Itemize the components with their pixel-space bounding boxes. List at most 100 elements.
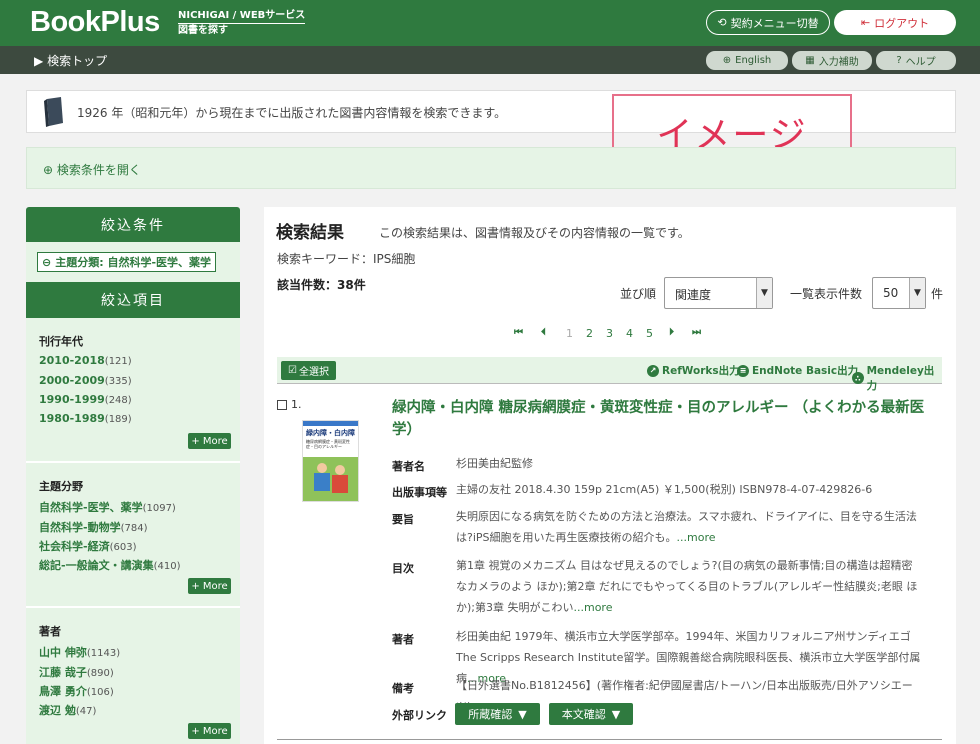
facet-author: 著者 山中 伸弥(1143) 江藤 哉子(890) 鳥澤 勇介(106) 渡辺 … bbox=[26, 608, 240, 744]
logout-button[interactable]: ⇤ ログアウト bbox=[834, 10, 956, 35]
facet-item-count: (335) bbox=[104, 376, 132, 387]
export-icon: ↗ bbox=[647, 364, 659, 377]
facet-item-label: 自然科学-医学、薬学 bbox=[39, 501, 143, 514]
field-label: 目次 bbox=[392, 562, 414, 575]
author-name: 杉田美由紀監修 bbox=[456, 457, 533, 470]
export-endnote-link[interactable]: ≡ EndNote Basic出力 bbox=[737, 363, 858, 378]
page-link[interactable]: 5 bbox=[646, 327, 653, 340]
cover-illustration bbox=[303, 457, 358, 501]
checkbox-icon: ☑ bbox=[288, 365, 297, 376]
book-cover-image[interactable]: 緑内障・白内障 糖尿病網膜症・黄斑変性症・目のアレルギー bbox=[302, 420, 359, 502]
facet-item[interactable]: 2000-2009(335) bbox=[39, 374, 132, 387]
more-button[interactable]: + More bbox=[188, 433, 231, 449]
more-button[interactable]: + More bbox=[188, 723, 231, 739]
sort-value: 関連度 bbox=[675, 288, 712, 302]
per-page-unit: 件 bbox=[931, 287, 944, 301]
filter-items-heading: 絞込項目 bbox=[26, 282, 240, 318]
field-value: 第1章 視覚のメカニズム 目はなぜ見えるのでしょう?(目の病気の最新事情;目の構… bbox=[456, 555, 922, 618]
open-conditions-link[interactable]: ⊕ 検索条件を開く bbox=[43, 161, 141, 178]
switch-icon: ⟲ bbox=[717, 16, 727, 29]
result-checkbox[interactable] bbox=[277, 400, 287, 410]
contract-menu-button[interactable]: ⟲ 契約メニュー切替 bbox=[706, 10, 830, 35]
per-page-label: 一覧表示件数 bbox=[790, 287, 863, 301]
contract-menu-label: 契約メニュー切替 bbox=[730, 16, 819, 30]
prev-page-icon[interactable]: ⏴ bbox=[541, 327, 546, 338]
page-link[interactable]: 2 bbox=[586, 327, 593, 340]
plus-circle-icon: ⊕ bbox=[43, 163, 54, 177]
field-label: 出版事項等 bbox=[392, 486, 447, 499]
sort-select[interactable]: 関連度 ▼ bbox=[664, 277, 773, 309]
field-label: 要旨 bbox=[392, 513, 414, 526]
facet-item[interactable]: 鳥澤 勇介(106) bbox=[39, 683, 114, 699]
holdings-check-label: 所蔵確認 bbox=[468, 708, 513, 721]
facet-subject-field: 主題分野 自然科学-医学、薬学(1097) 自然科学-動物学(784) 社会科学… bbox=[26, 463, 240, 608]
facet-item-label: 渡辺 勉 bbox=[39, 704, 76, 717]
export-refworks-label: RefWorks出力 bbox=[662, 365, 740, 377]
cover-subtitle: 糖尿病網膜症・黄斑変性症・目のアレルギー bbox=[306, 439, 350, 449]
fulltext-check-label: 本文確認 bbox=[561, 708, 606, 721]
facet-title: 主題分野 bbox=[39, 480, 83, 493]
more-button[interactable]: + More bbox=[188, 578, 231, 594]
facet-item-count: (189) bbox=[104, 414, 132, 425]
field-value: 杉田美由紀監修 bbox=[456, 453, 922, 474]
select-all-button[interactable]: ☑ 全選択 bbox=[281, 361, 336, 380]
page-link[interactable]: 1 bbox=[566, 327, 573, 340]
facet-item[interactable]: 山中 伸弥(1143) bbox=[39, 644, 120, 660]
triangle-right-icon: ▶ bbox=[34, 54, 44, 68]
per-page-select[interactable]: 50 ▼ bbox=[872, 277, 926, 309]
caret-down-icon: ▼ bbox=[611, 707, 621, 721]
active-filters: ⊖ 主題分類: 自然科学-医学、薬学 bbox=[26, 242, 240, 282]
export-icon: ≡ bbox=[737, 364, 749, 377]
facet-item[interactable]: 総記-一般論文・講演集(410) bbox=[39, 557, 180, 573]
facet-item[interactable]: 2010-2018(121) bbox=[39, 354, 132, 367]
results-toolbar: ☑ 全選択 ↗ RefWorks出力 ≡ EndNote Basic出力 ∴ M… bbox=[277, 357, 942, 392]
fulltext-check-button[interactable]: 本文確認 ▼ bbox=[549, 703, 633, 725]
holdings-check-button[interactable]: 所蔵確認 ▼ bbox=[455, 703, 540, 725]
book-icon bbox=[44, 97, 63, 127]
export-mendeley-link[interactable]: ∴ Mendeley出力 bbox=[852, 363, 942, 393]
english-button[interactable]: ⊕ English bbox=[706, 51, 788, 70]
facet-item-label: 江藤 哉子 bbox=[39, 666, 87, 679]
cover-figure-head bbox=[317, 463, 327, 473]
facet-item[interactable]: 渡辺 勉(47) bbox=[39, 702, 96, 718]
facet-item[interactable]: 自然科学-動物学(784) bbox=[39, 519, 147, 535]
facet-item[interactable]: 1990-1999(248) bbox=[39, 393, 132, 406]
logo[interactable]: BookPlus bbox=[30, 6, 160, 39]
facet-item[interactable]: 自然科学-医学、薬学(1097) bbox=[39, 499, 176, 515]
first-page-icon[interactable]: ⏮ bbox=[514, 327, 523, 338]
select-all-label: 全選択 bbox=[298, 367, 329, 378]
cover-top-band bbox=[303, 421, 358, 426]
search-conditions-panel: ⊕ 検索条件を開く bbox=[26, 147, 956, 189]
per-page-value: 50 bbox=[883, 286, 899, 300]
caret-down-icon: ▼ bbox=[518, 707, 527, 721]
last-page-icon[interactable]: ⏭ bbox=[692, 327, 701, 338]
more-link[interactable]: ...more bbox=[677, 531, 716, 544]
more-link[interactable]: ...more bbox=[574, 601, 613, 614]
facet-item-label: 自然科学-動物学 bbox=[39, 521, 121, 534]
search-keyword: 検索キーワード：IPS細胞 bbox=[277, 252, 416, 266]
minus-circle-icon[interactable]: ⊖ bbox=[42, 256, 51, 269]
facet-item-label: 鳥澤 勇介 bbox=[39, 685, 87, 698]
active-filter-chip[interactable]: ⊖ 主題分類: 自然科学-医学、薬学 bbox=[37, 252, 217, 272]
question-icon: ? bbox=[896, 55, 902, 66]
facet-item-count: (248) bbox=[104, 395, 132, 406]
export-endnote-label: EndNote Basic出力 bbox=[752, 365, 859, 377]
facet-item[interactable]: 1980-1989(189) bbox=[39, 412, 132, 425]
breadcrumb[interactable]: ▶ 検索トップ bbox=[34, 52, 107, 69]
input-help-button[interactable]: ▦ 入力補助 bbox=[792, 51, 872, 70]
field-label: 著者 bbox=[392, 633, 414, 646]
export-refworks-link[interactable]: ↗ RefWorks出力 bbox=[647, 363, 740, 378]
next-page-icon[interactable]: ⏵ bbox=[669, 327, 674, 338]
facet-item[interactable]: 江藤 哉子(890) bbox=[39, 664, 114, 680]
help-button[interactable]: ? ヘルプ bbox=[876, 51, 956, 70]
facet-title: 刊行年代 bbox=[39, 335, 83, 348]
field-label: 外部リンク bbox=[392, 709, 447, 722]
page-link[interactable]: 3 bbox=[606, 327, 613, 340]
result-title-link[interactable]: 緑内障・白内障 糖尿病網膜症・黄斑変性症・目のアレルギー （よくわかる最新医学） bbox=[392, 397, 937, 441]
page-link[interactable]: 4 bbox=[626, 327, 633, 340]
results-panel: 検索結果 この検索結果は、図書情報及びその内容情報の一覧です。 検索キーワード：… bbox=[264, 207, 956, 744]
facet-item[interactable]: 社会科学-経済(603) bbox=[39, 538, 136, 554]
field-label: 著者名 bbox=[392, 460, 425, 473]
logout-icon: ⇤ bbox=[860, 16, 871, 29]
results-title: 検索結果 bbox=[276, 223, 344, 243]
